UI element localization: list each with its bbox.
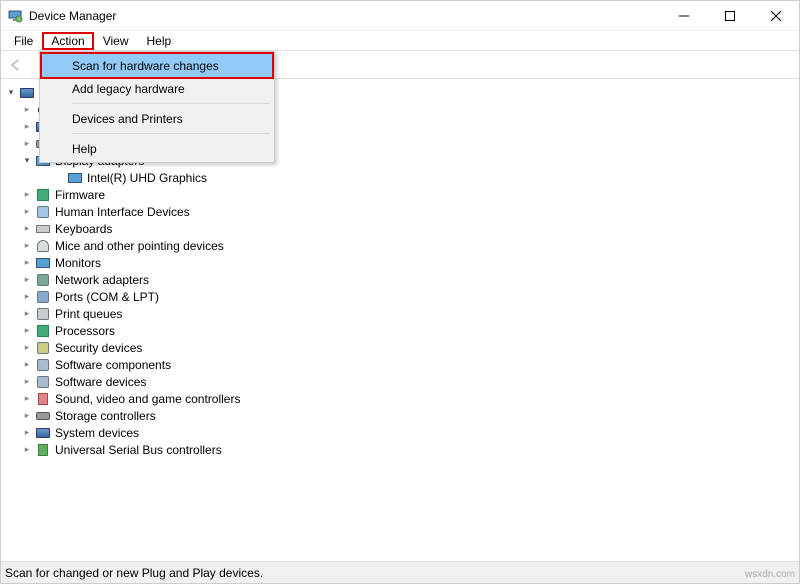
title-bar: Device Manager	[1, 1, 799, 31]
menu-separator	[72, 133, 270, 134]
expand-icon[interactable]: ▸	[21, 325, 33, 336]
computer-icon	[19, 85, 35, 101]
expand-icon[interactable]: ▸	[21, 257, 33, 268]
expand-icon[interactable]: ▸	[21, 240, 33, 251]
tree-mice[interactable]: ▸ Mice and other pointing devices	[1, 237, 799, 254]
software-device-icon	[35, 374, 51, 390]
tree-network[interactable]: ▸ Network adapters	[1, 271, 799, 288]
tree-system[interactable]: ▸ System devices	[1, 424, 799, 441]
tree-storage[interactable]: ▸ Storage controllers	[1, 407, 799, 424]
tree-label: Mice and other pointing devices	[55, 239, 224, 253]
tree-usb[interactable]: ▸ Universal Serial Bus controllers	[1, 441, 799, 458]
sound-icon	[35, 391, 51, 407]
network-icon	[35, 272, 51, 288]
window-title: Device Manager	[29, 9, 116, 23]
expand-icon[interactable]: ▸	[21, 393, 33, 404]
expand-icon[interactable]: ▸	[21, 206, 33, 217]
tree-label: Keyboards	[55, 222, 112, 236]
security-icon	[35, 340, 51, 356]
expand-icon[interactable]: ▸	[21, 189, 33, 200]
expand-icon[interactable]: ▸	[21, 427, 33, 438]
menu-view[interactable]: View	[94, 32, 138, 50]
menu-scan-hardware[interactable]: Scan for hardware changes	[42, 54, 272, 77]
tree-label: System devices	[55, 426, 139, 440]
expand-icon[interactable]: ▸	[21, 104, 33, 115]
storage-icon	[35, 408, 51, 424]
close-button[interactable]	[753, 1, 799, 31]
expand-icon[interactable]: ▸	[21, 410, 33, 421]
tree-label: Storage controllers	[55, 409, 156, 423]
ports-icon	[35, 289, 51, 305]
expand-icon[interactable]: ▸	[21, 121, 33, 132]
tree-security[interactable]: ▸ Security devices	[1, 339, 799, 356]
menu-help-item[interactable]: Help	[42, 137, 272, 160]
menu-devices-printers[interactable]: Devices and Printers	[42, 107, 272, 130]
expand-icon[interactable]: ▸	[21, 223, 33, 234]
tree-hid[interactable]: ▸ Human Interface Devices	[1, 203, 799, 220]
tree-label: Print queues	[55, 307, 122, 321]
tree-software-components[interactable]: ▸ Software components	[1, 356, 799, 373]
monitor-icon	[35, 255, 51, 271]
expand-icon[interactable]: ▸	[21, 444, 33, 455]
collapse-icon[interactable]: ▾	[21, 155, 33, 166]
tree-intel-uhd[interactable]: Intel(R) UHD Graphics	[1, 169, 799, 186]
tree-label: Software devices	[55, 375, 146, 389]
menu-action[interactable]: Action	[42, 32, 93, 50]
tree-label: Security devices	[55, 341, 142, 355]
software-icon	[35, 357, 51, 373]
minimize-button[interactable]	[661, 1, 707, 31]
processor-icon	[35, 323, 51, 339]
menu-add-legacy[interactable]: Add legacy hardware	[42, 77, 272, 100]
expand-icon[interactable]: ▸	[21, 138, 33, 149]
tree-software-devices[interactable]: ▸ Software devices	[1, 373, 799, 390]
tree-processors[interactable]: ▸ Processors	[1, 322, 799, 339]
expand-icon[interactable]: ▸	[21, 359, 33, 370]
hid-icon	[35, 204, 51, 220]
tree-print-queues[interactable]: ▸ Print queues	[1, 305, 799, 322]
tree-ports[interactable]: ▸ Ports (COM & LPT)	[1, 288, 799, 305]
expand-icon[interactable]: ▸	[21, 342, 33, 353]
system-icon	[35, 425, 51, 441]
tree-label: Intel(R) UHD Graphics	[87, 171, 207, 185]
tree-label: Monitors	[55, 256, 101, 270]
keyboard-icon	[35, 221, 51, 237]
watermark: wsxdn.com	[745, 569, 795, 580]
status-text: Scan for changed or new Plug and Play de…	[5, 566, 263, 580]
menu-help[interactable]: Help	[138, 32, 181, 50]
tree-keyboards[interactable]: ▸ Keyboards	[1, 220, 799, 237]
expand-icon[interactable]: ▸	[21, 274, 33, 285]
display-icon	[67, 170, 83, 186]
expand-icon[interactable]: ▾	[5, 87, 17, 98]
app-icon	[7, 8, 23, 24]
tree-monitors[interactable]: ▸ Monitors	[1, 254, 799, 271]
menu-separator	[72, 103, 270, 104]
status-bar: Scan for changed or new Plug and Play de…	[1, 561, 799, 583]
window-controls	[661, 1, 799, 31]
back-button[interactable]	[4, 53, 28, 77]
tree-label: Human Interface Devices	[55, 205, 190, 219]
expand-icon[interactable]: ▸	[21, 308, 33, 319]
tree-sound[interactable]: ▸ Sound, video and game controllers	[1, 390, 799, 407]
tree-label: Software components	[55, 358, 171, 372]
tree-label: Firmware	[55, 188, 105, 202]
expand-icon[interactable]: ▸	[21, 376, 33, 387]
mouse-icon	[35, 238, 51, 254]
tree-label: Ports (COM & LPT)	[55, 290, 159, 304]
tree-firmware[interactable]: ▸ Firmware	[1, 186, 799, 203]
tree-label: Processors	[55, 324, 115, 338]
expand-icon[interactable]: ▸	[21, 291, 33, 302]
tree-label: Universal Serial Bus controllers	[55, 443, 222, 457]
usb-icon	[35, 442, 51, 458]
firmware-icon	[35, 187, 51, 203]
printer-icon	[35, 306, 51, 322]
tree-label: Sound, video and game controllers	[55, 392, 240, 406]
menu-bar: File Action View Help	[1, 31, 799, 51]
maximize-button[interactable]	[707, 1, 753, 31]
menu-file[interactable]: File	[5, 32, 42, 50]
tree-label: Network adapters	[55, 273, 149, 287]
action-menu: Scan for hardware changes Add legacy har…	[39, 51, 275, 163]
